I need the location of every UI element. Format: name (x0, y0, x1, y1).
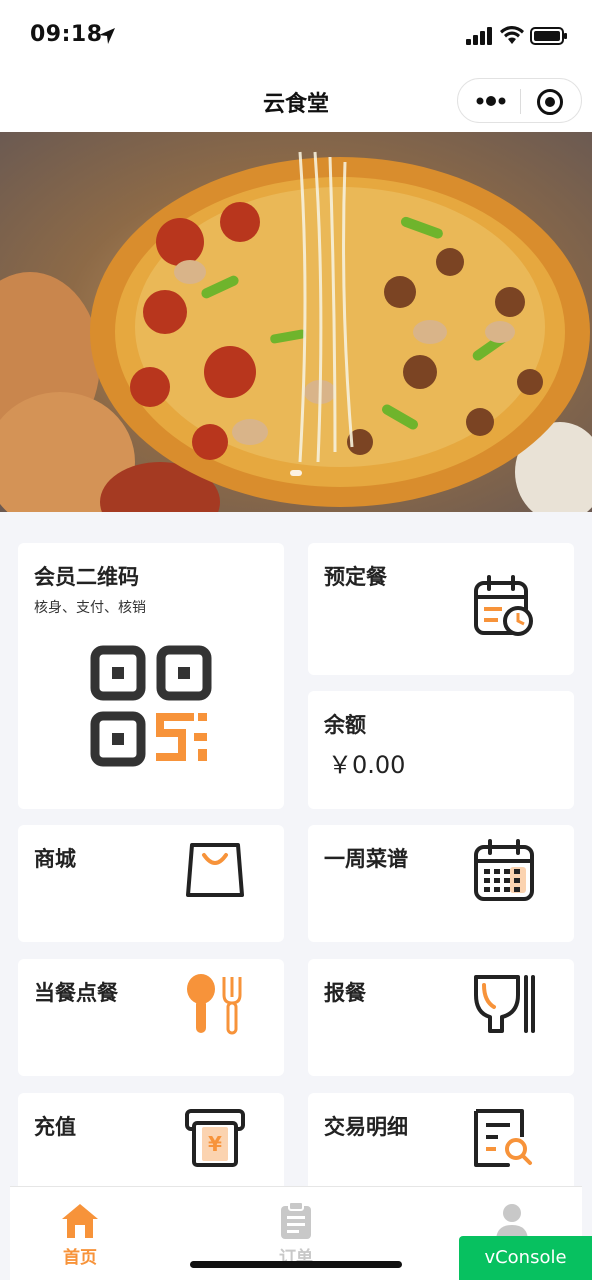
qr-code-icon (90, 645, 212, 767)
member-qr-title: 会员二维码 (34, 565, 139, 589)
clipboard-icon (281, 1201, 311, 1239)
shopping-bag-icon (186, 843, 244, 897)
navigation-bar: 云食堂 (0, 70, 592, 132)
reserve-meal-card[interactable]: 预定餐 (308, 543, 574, 675)
location-arrow-icon (99, 28, 115, 44)
balance-card[interactable]: 余额 ￥0.00 (308, 691, 574, 809)
wifi-icon (500, 26, 524, 44)
tab-home-label: 首页 (63, 1248, 97, 1268)
home-icon (62, 1204, 98, 1238)
status-bar: 09:18 (0, 0, 592, 70)
transactions-title: 交易明细 (324, 1115, 408, 1139)
calendar-clock-icon (474, 575, 533, 636)
spoon-fork-icon (187, 974, 242, 1035)
more-dots-icon[interactable] (474, 90, 508, 112)
carousel-indicator-dot (290, 470, 302, 476)
report-meal-title: 报餐 (324, 981, 366, 1005)
balance-title: 余额 (324, 713, 366, 737)
status-time: 09:18 (30, 22, 103, 47)
mall-title: 商城 (34, 847, 76, 871)
pizza-banner-image (0, 151, 592, 512)
report-meal-card[interactable]: 报餐 (308, 959, 574, 1076)
tab-home[interactable]: 首页 (15, 1187, 145, 1280)
mini-program-capsule (457, 78, 582, 123)
recharge-title: 充值 (34, 1115, 76, 1139)
balance-value: ￥0.00 (328, 751, 406, 779)
user-icon (496, 1204, 528, 1241)
member-qr-subtitle: 核身、支付、核销 (34, 600, 146, 616)
mall-card[interactable]: 商城 (18, 825, 284, 942)
order-now-card[interactable]: 当餐点餐 (18, 959, 284, 1076)
document-search-icon (474, 1109, 532, 1167)
bowl-chopsticks-icon (474, 975, 535, 1033)
battery-icon (530, 27, 567, 45)
banner-carousel[interactable] (0, 132, 592, 512)
order-now-title: 当餐点餐 (34, 981, 118, 1005)
cellular-signal-icon (466, 27, 492, 45)
close-target-icon[interactable] (536, 88, 564, 116)
weekly-menu-card[interactable]: 一周菜谱 (308, 825, 574, 942)
cash-card-icon: ¥ (185, 1109, 245, 1167)
reserve-meal-title: 预定餐 (324, 565, 387, 589)
weekly-menu-title: 一周菜谱 (324, 847, 408, 871)
svg-text:¥: ¥ (208, 1132, 222, 1156)
home-indicator (190, 1261, 402, 1268)
vconsole-button[interactable]: vConsole (459, 1236, 592, 1280)
capsule-divider (520, 89, 521, 114)
calendar-grid-icon (474, 839, 534, 901)
member-qr-card[interactable]: 会员二维码 核身、支付、核销 (18, 543, 284, 809)
